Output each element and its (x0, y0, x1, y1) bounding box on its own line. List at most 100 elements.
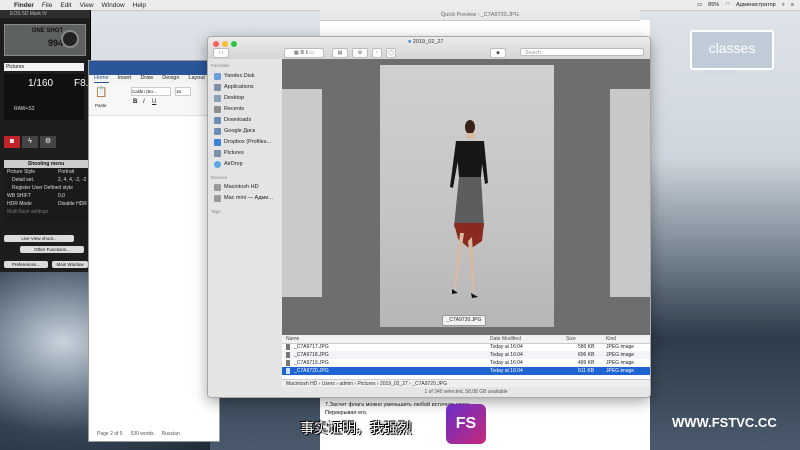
sidebar-item-dropbox[interactable]: Dropbox (Profiles... (214, 138, 271, 147)
menu-row-detail-set[interactable]: Detail set. 2, 4, 4, -2, -2 (4, 176, 88, 184)
menu-row-register-style[interactable]: Register User Defined style (4, 184, 88, 192)
wifi-icon[interactable]: ◠ (725, 2, 730, 8)
af-mode: ONE SHOT (31, 28, 63, 34)
file-row-selected[interactable]: _C7A9720.JPG Today at 16:04 611 KB JPEG … (282, 367, 650, 375)
preview-photo: _C7A9720.JPG (380, 65, 554, 327)
file-list: Name Date Modified Size Kind _C7A9717.JP… (282, 335, 650, 379)
tab-draw[interactable]: Draw (140, 75, 153, 83)
menu-help[interactable]: Help (133, 2, 146, 9)
folder-icon: ■ (408, 39, 412, 45)
group-icon[interactable]: ▤ (332, 48, 348, 58)
finder-titlebar: ■ 2019_02_27 ‹ › ▦ ≣ ⫴ ▭ ▤ ⚙ ↑ ◯ ◆ Searc… (208, 37, 650, 60)
underline-icon[interactable]: U (152, 99, 156, 105)
page-count: Page 2 of 5 (97, 431, 123, 437)
column-size[interactable]: Size (566, 336, 576, 342)
view-mode-icons[interactable]: ▦ ≣ ⫴ ▭ (284, 48, 324, 58)
font-size-field[interactable]: 16 (175, 87, 191, 96)
next-image-thumb[interactable] (610, 89, 650, 297)
camera-tab-icon[interactable]: ◙ (4, 136, 20, 148)
sidebar-item-recents[interactable]: Recents (214, 105, 244, 114)
exposure-panel: 1/160 F8. RAW+S2 (4, 74, 88, 120)
tab-insert[interactable]: Insert (118, 75, 132, 83)
back-forward-icon[interactable]: ‹ › (213, 48, 229, 58)
sidebar-section-tags: Tags (211, 209, 221, 214)
flash-tab-icon[interactable]: ϟ (22, 136, 38, 148)
menu-row-wb-shift[interactable]: WB SHIFT 0,0 (4, 192, 88, 200)
bold-icon[interactable]: B (133, 99, 137, 105)
eos-window-title: EOS 5D Mark IV (0, 10, 90, 18)
close-icon[interactable] (213, 41, 219, 47)
airdrop-icon (214, 161, 221, 168)
sidebar-item-desktop[interactable]: Desktop (214, 94, 244, 103)
tab-layout[interactable]: Layout (188, 75, 205, 83)
battery-icon[interactable]: ▭ (697, 2, 702, 8)
live-view-button[interactable]: Live View shoot... (4, 235, 74, 242)
file-row[interactable]: _C7A9718.JPG Today at 16:04 606 KB JPEG … (282, 351, 650, 359)
menu-file[interactable]: File (42, 2, 52, 9)
video-subtitle: 事实证明，我强烈 (300, 421, 412, 437)
menu-row-picture-style[interactable]: Picture Style Portrait (4, 168, 88, 176)
menu-edit[interactable]: Edit (60, 2, 71, 9)
file-row[interactable]: _C7A9717.JPG Today at 16:04 586 KB JPEG … (282, 343, 650, 351)
shooting-menu: Shooting menu Picture Style Portrait Deta… (4, 160, 88, 222)
zoom-icon[interactable] (231, 41, 237, 47)
path-bar: Macintosh HD › Users › admin › Pictures … (282, 379, 650, 387)
font-name-field[interactable]: Calibri (Bo... (131, 87, 171, 96)
italic-icon[interactable]: I (143, 99, 145, 105)
column-kind[interactable]: Kind (606, 336, 616, 342)
aperture-value[interactable]: F8. (74, 78, 88, 89)
finder-statusbar: 1 of 340 selected, 58,08 GB available (282, 387, 650, 397)
preferences-button[interactable]: Preferences... (4, 261, 48, 268)
menu-row-multi-flash[interactable]: Multi flash settings (4, 208, 88, 216)
sidebar-item-mac-mini[interactable]: Mac mini — Адми... (214, 194, 273, 203)
action-gear-icon[interactable]: ⚙ (352, 48, 368, 58)
sidebar-item-yandex[interactable]: Yandex.Disk (214, 72, 254, 81)
minimize-icon[interactable] (222, 41, 228, 47)
search-icon[interactable]: ⌕ (782, 2, 785, 9)
menu-list-icon[interactable]: ≡ (791, 2, 794, 8)
image-file-icon (286, 360, 290, 366)
desktop-icon (214, 95, 221, 102)
finder-sidebar: Favorites Yandex.Disk Applications Deskt… (208, 59, 283, 397)
cloud-icon (214, 73, 221, 80)
quick-preview-titlebar: Quick Preview : _C7A9720.JPG (320, 10, 640, 21)
classes-logo-url: LiveClasses.ru (702, 70, 739, 76)
shutter-speed[interactable]: 1/160 (28, 78, 53, 89)
battery-percent: 85% (708, 2, 720, 8)
mode-dial-icon[interactable] (61, 30, 79, 48)
image-file-icon (286, 368, 290, 374)
destination-folder-field[interactable]: Pictures (4, 63, 84, 71)
previous-image-thumb[interactable] (282, 89, 322, 297)
user-name[interactable]: Администратор (736, 2, 776, 8)
menu-window[interactable]: Window (102, 2, 125, 9)
main-window-button[interactable]: Main Window (52, 261, 88, 268)
word-statusbar: Page 2 of 5 530 words Russian (89, 429, 227, 439)
fs-logo: FS (446, 404, 486, 444)
share-icon[interactable]: ↑ (372, 48, 382, 58)
paste-icon[interactable]: 📋 (95, 87, 107, 98)
menu-view[interactable]: View (80, 2, 94, 9)
tab-design[interactable]: Design (162, 75, 179, 83)
sidebar-item-pictures[interactable]: Pictures (214, 149, 244, 158)
other-functions-button[interactable]: Other Functions... (20, 246, 84, 253)
sidebar-item-downloads[interactable]: Downloads (214, 116, 251, 125)
tab-home[interactable]: Home (94, 75, 109, 83)
sidebar-item-applications[interactable]: Applications (214, 83, 254, 92)
file-row[interactable]: _C7A9719.JPG Today at 16:04 499 KB JPEG … (282, 359, 650, 367)
tag-icon[interactable]: ◯ (386, 48, 396, 58)
menu-row-hdr-mode[interactable]: HDR Mode Disable HDR (4, 200, 88, 208)
disk-icon (214, 184, 221, 191)
eos-utility-panel: EOS 5D Mark IV ONE SHOT 994 Pictures 1/1… (0, 10, 91, 272)
sidebar-item-macintosh-hd[interactable]: Macintosh HD (214, 183, 259, 192)
dropbox-icon (214, 139, 221, 146)
search-input[interactable]: Search (520, 48, 644, 56)
sidebar-item-airdrop[interactable]: AirDrop (214, 160, 243, 169)
sidebar-item-google-drive[interactable]: Google Диск (214, 127, 255, 136)
column-date-modified[interactable]: Date Modified (490, 336, 521, 342)
shooting-menu-title: Shooting menu (4, 160, 88, 168)
computer-icon (214, 195, 221, 202)
settings-tab-icon[interactable]: ⚙ (40, 136, 56, 148)
menu-finder[interactable]: Finder (14, 2, 34, 9)
column-name[interactable]: Name (286, 336, 299, 342)
dropbox-icon[interactable]: ◆ (490, 48, 506, 58)
